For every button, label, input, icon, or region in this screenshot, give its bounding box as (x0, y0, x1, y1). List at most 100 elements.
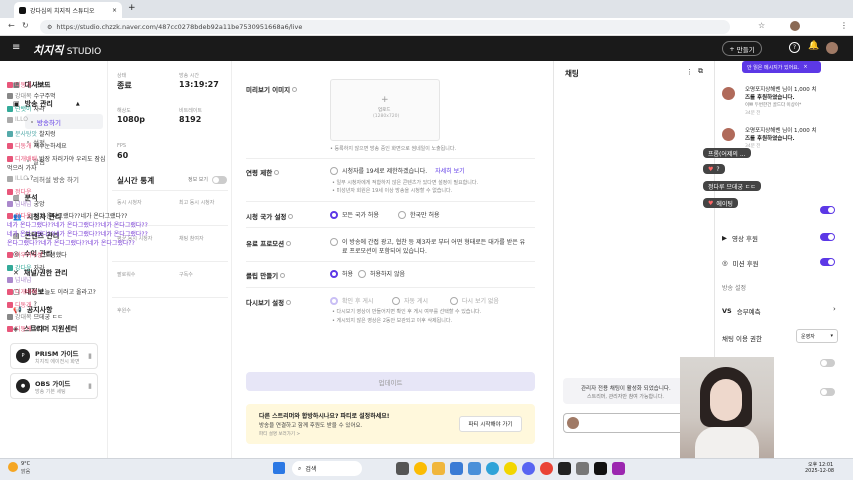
windows-start-icon[interactable] (273, 462, 285, 474)
video-donation-toggle[interactable] (820, 233, 835, 241)
replay-option-1[interactable]: 확인 후 게시 (330, 296, 373, 305)
country-kr[interactable]: 한국만 허용 (398, 210, 440, 219)
chat-nickname: 디개배배 (15, 156, 38, 163)
promo-link[interactable]: 파티 설명 보러가기 > (259, 431, 300, 437)
app-icon[interactable] (576, 462, 589, 475)
badge-icon (7, 130, 13, 137)
sidebar-sub-golive[interactable]: 방송하기 (25, 114, 103, 129)
update-button[interactable]: 업데이트 (246, 372, 535, 391)
badge-icon (7, 142, 13, 149)
chat-nickname: 강다윤 (15, 265, 32, 272)
replay-option-2[interactable]: 자동 게시 (392, 296, 428, 305)
info-icon (292, 86, 298, 92)
user-avatar[interactable] (826, 42, 838, 54)
status-value: 종료 (117, 81, 132, 90)
notif-text: 오명포지상해벤 님이 1,000 치 (745, 87, 817, 93)
chat-message: 강다윤 자라 (7, 263, 45, 272)
sidebar-sub-rehearsal[interactable]: 리허설 방송 하기 (27, 174, 79, 184)
close-icon[interactable]: × (112, 7, 117, 14)
rt-label: 팔로워수 (117, 272, 136, 278)
donor-avatar (722, 128, 735, 141)
chat-message: 디동개 재수눈하세요 (7, 141, 67, 150)
site-info-icon[interactable]: ⚙ (47, 24, 52, 31)
help-icon[interactable]: ? (789, 42, 800, 53)
browser-tab[interactable]: 강다심의 치지직 스튜디오 × (14, 2, 122, 18)
chat-text: ? (29, 175, 34, 182)
badge-icon (7, 155, 13, 162)
discord-icon[interactable] (522, 462, 535, 475)
overlay-chat: ♥ 에이팅 (703, 198, 738, 208)
info-toggle[interactable] (212, 176, 227, 184)
chat-nickname: 분사탕맛 (15, 131, 38, 138)
mail-icon[interactable] (468, 462, 481, 475)
chat-menu-icon[interactable]: ⋮ (686, 68, 693, 76)
resolution-label: 해상도 (117, 108, 131, 114)
create-button[interactable]: + 만들기 (722, 41, 762, 56)
brand-text: 치지직 (33, 44, 64, 57)
brand-sub: STUDIO (66, 47, 102, 57)
edge-icon[interactable] (486, 462, 499, 475)
predict-row[interactable]: VS 승부예측 (722, 306, 761, 316)
url-field[interactable]: ⚙ https://studio.chzzk.naver.com/487cc02… (40, 20, 730, 34)
hamburger-icon[interactable]: ≡ (12, 42, 20, 53)
party-start-button[interactable]: 파티 시작해야 가기 (459, 416, 522, 432)
tab-title: 강다심의 치지직 스튜디오 (30, 7, 95, 15)
chat-message: 먹으러 가자 (7, 163, 37, 172)
reload-icon[interactable]: ↻ (22, 21, 29, 30)
obs-icon[interactable] (558, 462, 571, 475)
mission-row: ◎ 미션 후원 (722, 259, 759, 268)
mission-toggle[interactable] (820, 258, 835, 266)
app-icon[interactable] (540, 462, 553, 475)
chat-text: 자라 (33, 106, 45, 113)
profile-avatar[interactable] (790, 21, 800, 31)
clip-allow[interactable]: 허용 (330, 269, 353, 278)
replay-option-3[interactable]: 다시 보기 없음 (450, 296, 499, 305)
obs-guide-card[interactable]: ● OBS 가이드 방송 기본 세팅 ▮ (10, 373, 98, 399)
toggle-off-2[interactable] (820, 388, 835, 396)
info-toggle-label: 정보 보기 (188, 177, 208, 183)
chat-message: 디개배배 방장 자러가야 우리도 잠심 (7, 154, 106, 163)
chat-title: 채팅 (565, 69, 579, 78)
menu-dots-icon[interactable]: ⋮ (840, 21, 848, 30)
age-label: 연령 제한 (246, 167, 280, 177)
overlay-chat: ♥? (703, 164, 725, 174)
chat-text: 네가 온다그랬다??네가 온다그랬다??네가 온다그랬다?? (7, 231, 148, 238)
store-icon[interactable] (450, 462, 463, 475)
explorer-icon[interactable] (432, 462, 445, 475)
taskview-icon[interactable] (396, 462, 409, 475)
prism-guide-card[interactable]: P PRISM 가이드 치지직 에이전시 화면 ▮ (10, 343, 98, 369)
unread-badge[interactable]: 안 읽은 메시지가 있어요. × (742, 61, 821, 73)
paid-option[interactable]: 이 방송에 간접 광고, 협찬 등 제3자로 부터 어떤 형태로든 대가를 받은… (330, 237, 525, 246)
badge-icon (7, 81, 13, 88)
taskbar-search[interactable]: ⌕ 검색 (292, 461, 362, 476)
bell-icon[interactable]: 🔔 (808, 41, 819, 51)
chat-perm-select[interactable]: 운영자 ▾ (796, 329, 838, 343)
app-icon[interactable] (594, 462, 607, 475)
badge-icon (7, 175, 13, 182)
video-donation-row: ▶ 영상 후원 (722, 234, 758, 243)
donor-avatar (722, 87, 735, 100)
chevron-up-icon: ▲ (75, 101, 80, 107)
chrome-icon[interactable] (414, 462, 427, 475)
back-icon[interactable]: ← (8, 21, 15, 30)
new-tab-icon[interactable]: + (128, 3, 136, 13)
rt-label: 동시 시청자 (117, 200, 142, 206)
chat-message: 아우아우샹 고생했다 (7, 250, 67, 259)
age-link[interactable]: 자세히 보기 (435, 166, 465, 175)
toggle-off-1[interactable] (820, 359, 835, 367)
app-icon[interactable] (612, 462, 625, 475)
chat-text: 네가 온다그랬다??네가 온다그랬다?? (33, 213, 128, 220)
kakao-icon[interactable] (504, 462, 517, 475)
star-icon[interactable]: ☆ (758, 21, 765, 30)
popout-icon[interactable]: ⧉ (698, 67, 703, 76)
chat-message: 온다그랬다??네가 온다그랬다??네가 온다그랬다?? (7, 238, 135, 247)
toggle-1[interactable] (820, 206, 835, 214)
age-option[interactable]: 시청자를 19세로 제한하겠습니다. 자세히 보기 (330, 166, 465, 175)
chevron-right-icon[interactable]: › (833, 305, 836, 313)
clip-deny[interactable]: 허용하지 않음 (358, 269, 405, 278)
country-all[interactable]: 모든 국가 허용 (330, 210, 379, 219)
rt-label: 최고 동시 시청자 (179, 200, 215, 206)
replay-note: • 게시되지 않은 영상은 2동안 보관되고 이후 삭제됩니다. (332, 318, 453, 324)
studio-logo[interactable]: 치지직 STUDIO (33, 42, 101, 58)
chat-nickname: 디동개 (15, 82, 32, 89)
